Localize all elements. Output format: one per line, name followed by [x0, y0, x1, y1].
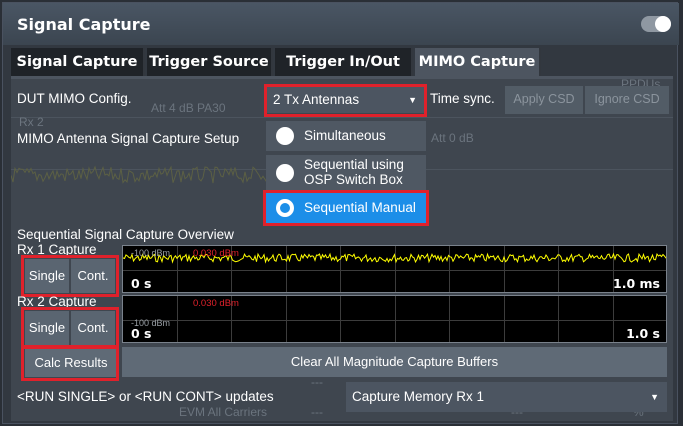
bg-rx-label: Rx 2: [19, 115, 44, 129]
rx2-peak-text: 0.030 dBm: [193, 298, 239, 309]
radio-selected-icon: [276, 199, 294, 217]
rx2-capture-label: Rx 2 Capture: [17, 294, 97, 309]
mimo-capture-panel: Att 4 dB PA30 Rx 2 Att 0 dB PPDUs EVM Al…: [11, 79, 673, 421]
rx1-peak-text: 0.030 dBm: [193, 248, 239, 259]
bg-evm-text: EVM All Carriers: [179, 405, 268, 419]
setup-label: MIMO Antenna Signal Capture Setup: [17, 131, 240, 146]
bg-dashes: ---: [311, 405, 323, 419]
radio-sequential-manual-label: Sequential Manual: [304, 200, 416, 215]
tab-trigger-in-out[interactable]: Trigger In/Out: [275, 48, 413, 76]
radio-circle-icon: [276, 164, 294, 182]
rx1-x-end: 1.0 ms: [613, 276, 660, 291]
dialog-title: Signal Capture: [17, 15, 151, 34]
signal-capture-dialog: Signal Capture Signal Capture Trigger So…: [2, 2, 679, 424]
rx2-single-button[interactable]: Single: [25, 311, 69, 345]
dut-mimo-config-dropdown[interactable]: 2 Tx Antennas ▼: [267, 87, 425, 113]
capture-memory-value: Capture Memory Rx 1: [352, 389, 485, 404]
rx1-x-start: 0 s: [131, 276, 152, 291]
bg-divider: [11, 117, 673, 118]
ignore-csd-button[interactable]: Ignore CSD: [585, 86, 669, 114]
rx1-single-button[interactable]: Single: [25, 259, 69, 293]
rx2-x-end: 1.0 s: [626, 326, 660, 341]
calc-results-button[interactable]: Calc Results: [25, 349, 117, 377]
tab-mimo-capture[interactable]: MIMO Capture: [415, 48, 541, 78]
radio-sequential-osp[interactable]: Sequential using OSP Switch Box: [266, 155, 426, 191]
bg-noise-trace: [11, 165, 267, 184]
tab-trigger-source[interactable]: Trigger Source: [147, 48, 273, 76]
dut-mimo-config-value: 2 Tx Antennas: [273, 92, 360, 107]
rx2-cont-button[interactable]: Cont.: [71, 311, 115, 345]
chevron-down-icon: ▼: [650, 392, 659, 402]
run-updates-text: <RUN SINGLE> or <RUN CONT> updates: [17, 389, 274, 404]
rx1-capture-label: Rx 1 Capture: [17, 242, 97, 257]
rx2-capture-plot[interactable]: 0.030 dBm -100 dBm 0 s 1.0 s: [122, 295, 667, 343]
rx1-cont-button[interactable]: Cont.: [71, 259, 115, 293]
overview-label: Sequential Signal Capture Overview: [17, 227, 234, 242]
radio-sequential-osp-line1: Sequential using: [304, 157, 404, 172]
bg-dashes: ---: [311, 375, 323, 389]
radio-circle-icon: [276, 127, 294, 145]
radio-sequential-osp-line2: OSP Switch Box: [304, 172, 403, 187]
rx1-ref-level: -100 dBm: [131, 248, 171, 258]
time-sync-label: Time sync.: [430, 91, 495, 106]
dialog-toggle-switch[interactable]: [641, 16, 671, 32]
bg-att-text2: Att 0 dB: [431, 131, 474, 145]
rx2-x-start: 0 s: [131, 326, 152, 341]
rx1-capture-plot[interactable]: -100 dBm 0.030 dBm 0 s 1.0 ms: [122, 245, 667, 293]
title-bar: Signal Capture: [3, 3, 679, 45]
radio-simultaneous-label: Simultaneous: [304, 128, 386, 143]
dut-mimo-config-label: DUT MIMO Config.: [17, 91, 132, 106]
apply-csd-button[interactable]: Apply CSD: [505, 86, 583, 114]
tab-signal-capture[interactable]: Signal Capture: [11, 48, 145, 76]
radio-simultaneous[interactable]: Simultaneous: [266, 121, 426, 151]
radio-sequential-osp-label: Sequential using OSP Switch Box: [304, 157, 404, 187]
capture-memory-dropdown[interactable]: Capture Memory Rx 1 ▼: [346, 382, 667, 412]
chevron-down-icon: ▼: [408, 95, 417, 105]
clear-all-buffers-button[interactable]: Clear All Magnitude Capture Buffers: [122, 347, 667, 377]
radio-sequential-manual[interactable]: Sequential Manual: [266, 193, 426, 223]
bg-att-text: Att 4 dB PA30: [151, 101, 226, 115]
toggle-knob: [655, 16, 671, 32]
